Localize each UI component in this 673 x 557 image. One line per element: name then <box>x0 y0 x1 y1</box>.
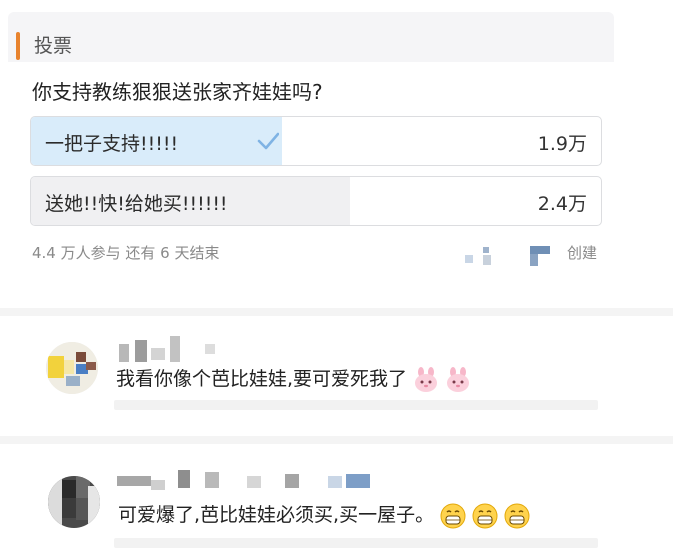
comment-reply-bar <box>114 400 598 410</box>
poll-option-1[interactable]: 一把子支持!!!!! 1.9万 <box>30 116 602 166</box>
section-divider <box>0 436 673 444</box>
comment-text: 可爱爆了,芭比娃娃必须买,买一屋子。 <box>118 500 530 529</box>
grin-emoji-icon <box>472 503 498 528</box>
grin-emoji-icon <box>504 503 530 528</box>
poll-option-1-label: 一把子支持!!!!! <box>45 133 179 155</box>
check-icon <box>257 132 279 150</box>
poll-question: 你支持教练狠狠送张家齐娃娃吗? <box>32 80 323 104</box>
header-accent-bar <box>16 32 20 60</box>
comment-reply-bar <box>114 538 598 548</box>
poll-option-1-count: 1.9万 <box>537 133 587 155</box>
poll-creator-suffix: 创建 <box>567 244 598 262</box>
avatar[interactable] <box>48 476 100 528</box>
avatar-mosaic-icon <box>46 342 98 394</box>
grin-emoji-icon <box>440 503 466 528</box>
poll-card: 投票 你支持教练狠狠送张家齐娃娃吗? 一把子支持!!!!! 1.9万 送她!!快… <box>8 4 614 304</box>
comment-text: 我看你像个芭比娃娃,要可爱死我了 <box>116 364 471 393</box>
poll-option-2[interactable]: 送她!!快!给她买!!!!!! 2.4万 <box>30 176 602 226</box>
comment-body: 可爱爆了,芭比娃娃必须买,买一屋子。 <box>118 504 435 526</box>
poll-header: 投票 <box>8 12 614 62</box>
avatar[interactable] <box>46 342 98 394</box>
poll-header-title: 投票 <box>34 35 73 57</box>
pink-bunny-emoji-icon <box>415 366 438 392</box>
poll-option-2-label: 送她!!快!给她买!!!!!! <box>45 193 228 215</box>
poll-option-2-count: 2.4万 <box>537 193 587 215</box>
poll-participation-meta: 4.4 万人参与 还有 6 天结束 <box>32 244 220 262</box>
comment-body: 我看你像个芭比娃娃,要可爱死我了 <box>116 368 408 390</box>
pink-bunny-emoji-icon <box>447 366 470 392</box>
section-divider <box>0 308 673 316</box>
avatar-mosaic-icon <box>48 476 100 528</box>
